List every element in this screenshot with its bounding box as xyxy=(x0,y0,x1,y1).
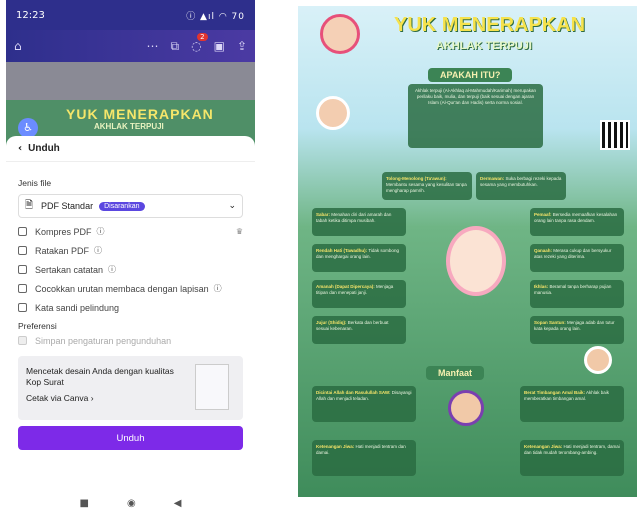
option-label: Kompres PDF xyxy=(35,226,92,237)
back-nav-icon[interactable]: ◀ xyxy=(174,498,182,518)
benefit-box: Berat Timbangan Amal Baik: Akhlak baik m… xyxy=(520,386,624,422)
option-save-settings[interactable]: Simpan pengaturan pengunduhan xyxy=(18,331,243,350)
checkbox[interactable] xyxy=(18,265,27,274)
recommended-badge: Disarankan xyxy=(99,201,145,211)
android-nav-bar: ■ ◉ ◀ xyxy=(6,498,255,518)
option-include-notes[interactable]: Sertakan catatan ⓘ xyxy=(18,260,243,279)
checkbox[interactable] xyxy=(18,246,27,255)
section-what-heading: APAKAH ITU? xyxy=(428,68,513,82)
item-box: Rendah Hati (Tawadhu): Tidak sombong dan… xyxy=(312,244,406,272)
preferences-label: Preferensi xyxy=(18,321,57,331)
item-box: Dermawan: Suka berbagi rezeki kepada ses… xyxy=(476,172,566,200)
poster-subtitle: AKHLAK TERPUJI xyxy=(436,40,532,52)
item-box: Sabar: Menahan diri dari amarah dan taba… xyxy=(312,208,406,236)
file-type-label: Jenis file xyxy=(18,178,52,188)
option-label: Cocokkan urutan membaca dengan lapisan xyxy=(35,283,209,294)
more-icon[interactable]: ⋯ xyxy=(147,39,159,53)
phone-screen: 12:23 ⓘ ▲ıl ◠ 70 ⌂ ⋯ ⧉ ◌ 2 ▣ ⇪ YUK MENERA… xyxy=(6,0,255,520)
canvas-title: YUK MENERAPKAN xyxy=(66,106,214,122)
promo-text: Mencetak desain Anda dengan kualitas Kop… xyxy=(26,366,174,387)
section-benefit-heading: Manfaat xyxy=(426,366,485,380)
small-boy-image xyxy=(584,346,612,374)
option-password[interactable]: Kata sandi pelindung xyxy=(18,298,243,317)
status-bar: 12:23 ⓘ ▲ıl ◠ 70 xyxy=(6,0,255,30)
boy-character-image xyxy=(316,96,350,130)
what-text-box: Akhlak terpuji (Al-Akhlaq al-Mahmudah/Ka… xyxy=(408,84,543,148)
back-icon[interactable]: ‹ xyxy=(18,143,22,154)
letterhead-preview-image xyxy=(195,364,229,410)
present-icon[interactable]: ▣ xyxy=(214,39,225,53)
hijab-girl-character-image xyxy=(446,226,506,296)
status-icons: ⓘ ▲ıl ◠ 70 xyxy=(186,11,245,22)
checkbox[interactable] xyxy=(18,336,27,345)
save-settings-label: Simpan pengaturan pengunduhan xyxy=(35,335,172,346)
file-icon: 🗎 xyxy=(25,199,34,211)
editor-toolbar: ⌂ ⋯ ⧉ ◌ 2 ▣ ⇪ xyxy=(6,30,255,62)
option-label: Kata sandi pelindung xyxy=(35,302,120,313)
download-button[interactable]: Unduh xyxy=(18,426,243,450)
file-type-select[interactable]: 🗎 PDF Standar Disarankan ⌄ xyxy=(18,194,243,218)
print-promo-card[interactable]: Mencetak desain Anda dengan kualitas Kop… xyxy=(18,356,243,420)
notification-badge: 2 xyxy=(197,33,208,41)
info-icon[interactable]: ⓘ xyxy=(108,264,116,275)
checkbox[interactable] xyxy=(18,303,27,312)
item-box: Jujur (Shidiq): Berkata dan berbuat sesu… xyxy=(312,316,406,344)
qr-code-image xyxy=(600,120,630,150)
item-box: Tolong-Menolong (Ta'awun): Membantu sesa… xyxy=(382,172,472,200)
item-box: Sopan Santun: Menjaga adab dan tutur kat… xyxy=(530,316,624,344)
item-box: Amanah (Dapat Dipercaya): Menjaga titipa… xyxy=(312,280,406,308)
info-icon[interactable]: ⓘ xyxy=(94,245,102,256)
benefit-box: Ketenangan Jiwa: Hati menjadi tentram, d… xyxy=(520,440,624,476)
benefit-box: Ketenangan Jiwa: Hati menjadi tentram da… xyxy=(312,440,416,476)
pages-icon[interactable]: ⧉ xyxy=(171,39,180,54)
file-type-value: PDF Standar xyxy=(41,201,94,211)
info-icon[interactable]: ⓘ xyxy=(97,226,105,237)
share-icon[interactable]: ⇪ xyxy=(237,39,247,53)
option-flatten-pdf[interactable]: Ratakan PDF ⓘ xyxy=(18,241,243,260)
sheet-header: ‹ Unduh xyxy=(6,136,255,162)
accessibility-icon[interactable]: ♿ xyxy=(18,118,38,138)
option-label: Sertakan catatan xyxy=(35,264,104,275)
option-label: Ratakan PDF xyxy=(35,245,90,256)
comment-icon[interactable]: ◌ 2 xyxy=(191,33,208,53)
checkbox[interactable] xyxy=(18,284,27,293)
crown-icon: ♛ xyxy=(235,227,243,236)
poster-title: YUK MENERAPKAN xyxy=(394,14,586,36)
option-compress-pdf[interactable]: Kompres PDF ⓘ ♛ xyxy=(18,222,243,241)
chevron-down-icon: ⌄ xyxy=(228,201,236,211)
home-nav-icon[interactable]: ◉ xyxy=(127,498,136,518)
poster-preview: YUK MENERAPKAN AKHLAK TERPUJI APAKAH ITU… xyxy=(298,6,637,497)
info-icon[interactable]: ⓘ xyxy=(214,283,222,294)
status-time: 12:23 xyxy=(16,9,45,21)
sheet-title: Unduh xyxy=(28,143,60,154)
recents-icon[interactable]: ■ xyxy=(80,498,89,518)
purple-hijab-girl-image xyxy=(448,390,484,426)
girl-character-image xyxy=(320,14,360,54)
item-box: Qanaah: Merasa cukup dan bersyukur atas … xyxy=(530,244,624,272)
item-box: Pemaaf: Bersedia memaafkan kesalahan ora… xyxy=(530,208,624,236)
checkbox[interactable] xyxy=(18,227,27,236)
item-box: Ikhlas: Beramal tanpa berharap pujian ma… xyxy=(530,280,624,308)
design-canvas[interactable]: YUK MENERAPKAN AKHLAK TERPUJI xyxy=(6,62,255,150)
benefit-box: Dicintai Allah dan Rasulullah SAW: Disay… xyxy=(312,386,416,422)
option-reading-order[interactable]: Cocokkan urutan membaca dengan lapisan ⓘ xyxy=(18,279,243,298)
home-icon[interactable]: ⌂ xyxy=(14,39,22,53)
download-sheet: ‹ Unduh Jenis file 🗎 PDF Standar Disaran… xyxy=(6,136,255,466)
canvas-subtitle: AKHLAK TERPUJI xyxy=(94,122,164,131)
